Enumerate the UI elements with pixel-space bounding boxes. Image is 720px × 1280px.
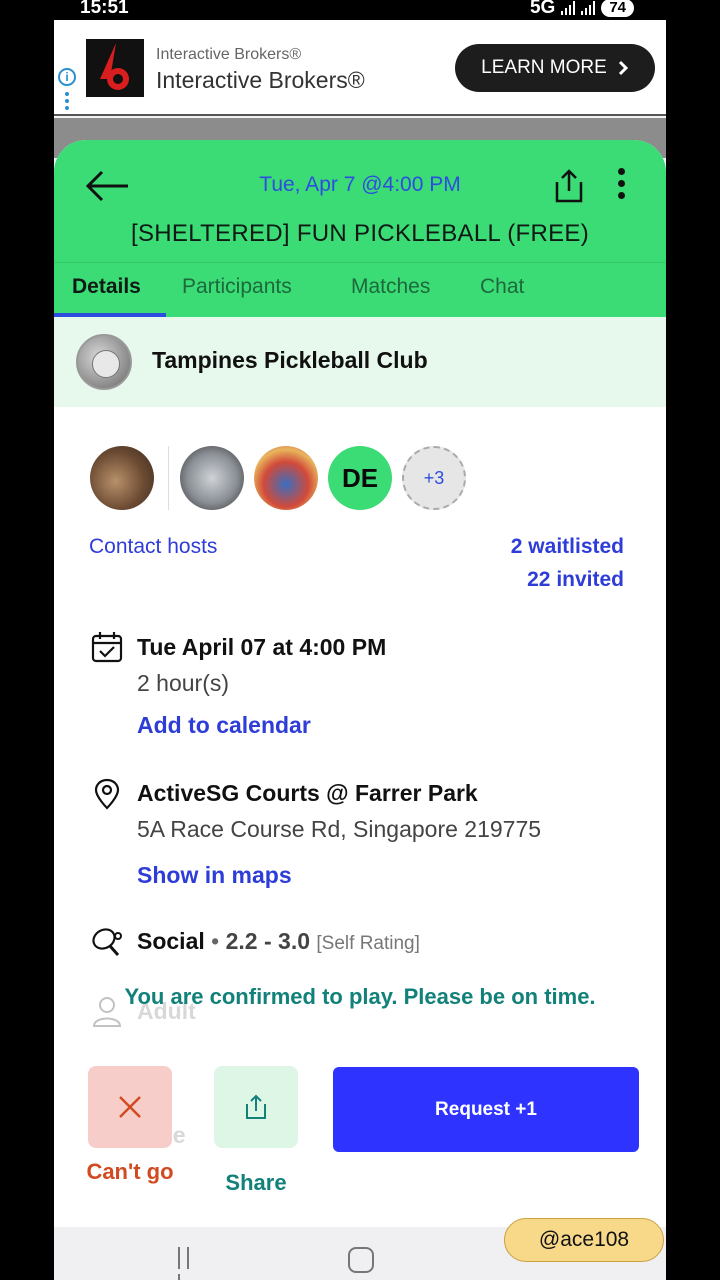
ad-brand-title: Interactive Brokers® [156,67,365,93]
watermark: @ace108 [504,1218,664,1262]
level-separator: • [211,928,220,954]
share-button[interactable] [214,1066,298,1148]
show-in-maps-link[interactable]: Show in maps [137,862,292,889]
ad-logo[interactable] [86,39,144,97]
event-title: [SHELTERED] FUN PICKLEBALL (FREE) [130,220,589,247]
event-duration: 2 hour(s) [137,670,230,696]
add-to-calendar-link[interactable]: Add to calendar [137,712,311,739]
learn-more-button[interactable]: LEARN MORE [455,44,655,92]
avatar-divider [168,446,169,510]
recent-apps-icon[interactable] [178,1247,202,1280]
ad-banner[interactable]: i Interactive Brokers® Interactive Broke… [54,20,666,116]
share-label[interactable]: Share [196,1170,316,1196]
confirmation-message: You are confirmed to play. Please be on … [124,984,596,1009]
event-header: Tue, Apr 7 @4:00 PM [SHELTERED] FUN PICK… [54,140,666,318]
signal-icon-2 [581,1,596,15]
learn-more-label: LEARN MORE [481,57,607,78]
more-count: +3 [423,467,445,488]
cant-go-button[interactable] [88,1066,172,1148]
status-time: 15:51 [80,0,129,18]
home-icon[interactable] [348,1247,374,1273]
host-avatar[interactable] [90,446,154,510]
skill-level: Social • 2.2 - 3.0 [Self Rating] [137,928,420,955]
club-row[interactable]: Tampines Pickleball Club [54,317,666,407]
share-icon[interactable] [554,168,584,204]
tab-bar: Details Participants Matches Chat [54,262,666,318]
rating-tag: [Self Rating] [316,933,420,954]
calendar-check-icon [91,632,123,663]
contact-hosts-link[interactable]: Contact hosts [89,535,217,559]
tab-details[interactable]: Details [72,275,141,299]
participant-avatar[interactable] [254,446,318,510]
more-participants-badge[interactable]: +3 [402,446,466,510]
invited-link[interactable]: 22 invited [527,568,624,592]
venue-address: 5A Race Course Rd, Singapore 219775 [137,816,542,842]
paddle-icon [92,928,122,956]
location-pin-icon [94,778,120,810]
request-label: Request +1 [435,1098,537,1120]
event-datetime: Tue April 07 at 4:00 PM [137,634,387,660]
signal-icon [561,1,576,15]
app-screen: i Interactive Brokers® Interactive Broke… [54,20,666,1280]
close-icon [119,1096,141,1118]
rating-range: 2.2 - 3.0 [225,928,310,954]
avatar-initials: DE [341,462,379,493]
tab-participants[interactable]: Participants [182,275,292,299]
club-name: Tampines Pickleball Club [152,347,428,373]
battery-indicator: 74 [601,0,634,17]
person-icon [92,997,122,1027]
ad-options-icon[interactable] [65,92,69,113]
waitlisted-link[interactable]: 2 waitlisted [511,535,624,559]
share-icon [246,1094,266,1119]
participant-avatar[interactable] [180,446,244,510]
event-sheet: Tue, Apr 7 @4:00 PM [SHELTERED] FUN PICK… [54,140,666,1280]
participant-avatar[interactable]: DE [328,446,392,510]
info-icon[interactable]: i [58,68,76,86]
ad-brand-small: Interactive Brokers® [156,46,302,63]
club-avatar [76,334,132,390]
tab-matches[interactable]: Matches [351,275,430,299]
network-type: 5G [529,0,556,18]
status-indicators: 5G 74 [530,0,634,19]
play-type: Social [137,928,205,954]
venue-name: ActiveSG Courts @ Farrer Park [137,780,478,806]
chevron-right-icon [618,60,628,76]
cant-go-label[interactable]: Can't go [54,1159,206,1185]
more-options-icon[interactable] [614,168,628,204]
request-plus-one-button[interactable]: Request +1 [333,1067,639,1152]
status-bar: 15:51 5G 74 [54,0,666,20]
tab-chat[interactable]: Chat [480,275,524,299]
